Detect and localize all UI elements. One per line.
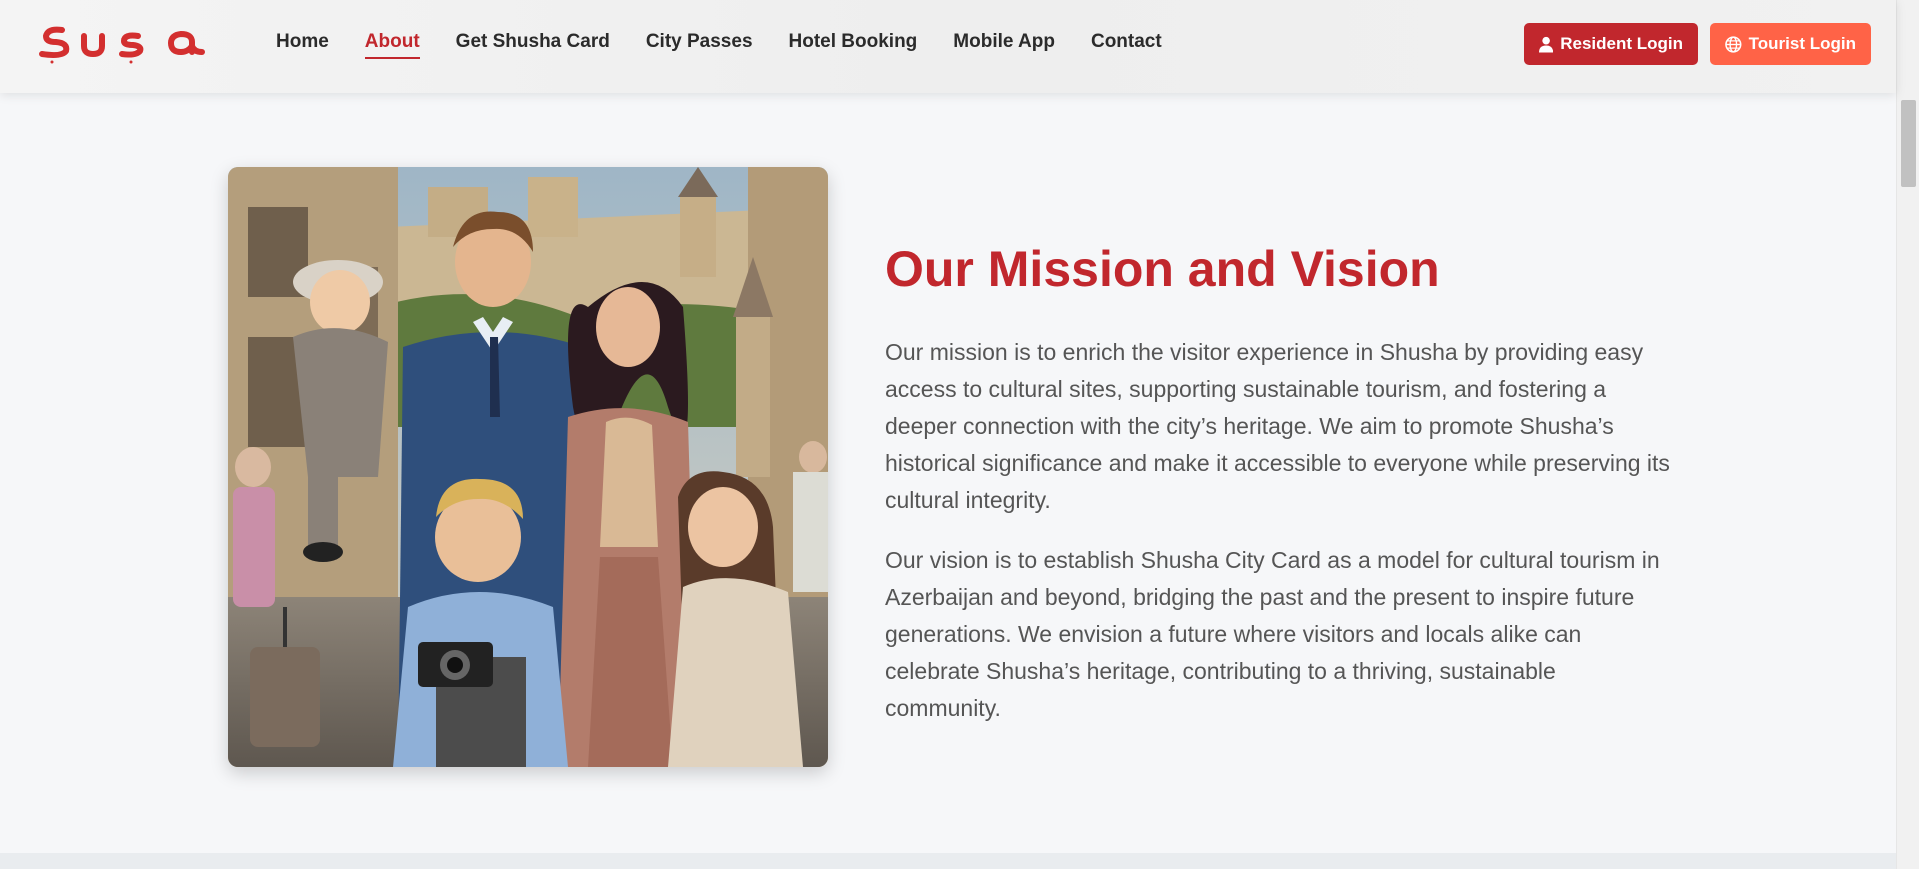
family-tourists-photo: [228, 167, 828, 767]
page-scrollbar[interactable]: [1896, 0, 1919, 869]
shusha-logo[interactable]: [38, 14, 213, 64]
tourist-login-button[interactable]: Tourist Login: [1710, 23, 1871, 65]
section-title: Our Mission and Vision: [885, 241, 1440, 297]
tourist-login-label: Tourist Login: [1748, 34, 1856, 53]
nav-hotel-booking[interactable]: Hotel Booking: [789, 31, 918, 59]
nav-mobile-app[interactable]: Mobile App: [953, 31, 1055, 59]
main-nav: Home About Get Shusha Card City Passes H…: [276, 31, 1198, 59]
resident-login-label: Resident Login: [1560, 34, 1683, 53]
vision-paragraph: Our vision is to establish Shusha City C…: [885, 547, 1660, 721]
nav-about[interactable]: About: [364, 31, 420, 59]
nav-home[interactable]: Home: [276, 31, 329, 59]
user-icon: [1539, 36, 1554, 53]
nav-get-shusha-card[interactable]: Get Shusha Card: [456, 31, 610, 59]
scrollbar-thumb[interactable]: [1901, 100, 1916, 187]
site-header: Home About Get Shusha Card City Passes H…: [0, 0, 1896, 93]
globe-icon: [1725, 35, 1742, 53]
nav-city-passes[interactable]: City Passes: [646, 31, 753, 59]
resident-login-button[interactable]: Resident Login: [1524, 23, 1698, 65]
mission-paragraph: Our mission is to enrich the visitor exp…: [885, 339, 1670, 513]
next-section-edge: [0, 853, 1896, 869]
nav-contact[interactable]: Contact: [1091, 31, 1162, 59]
